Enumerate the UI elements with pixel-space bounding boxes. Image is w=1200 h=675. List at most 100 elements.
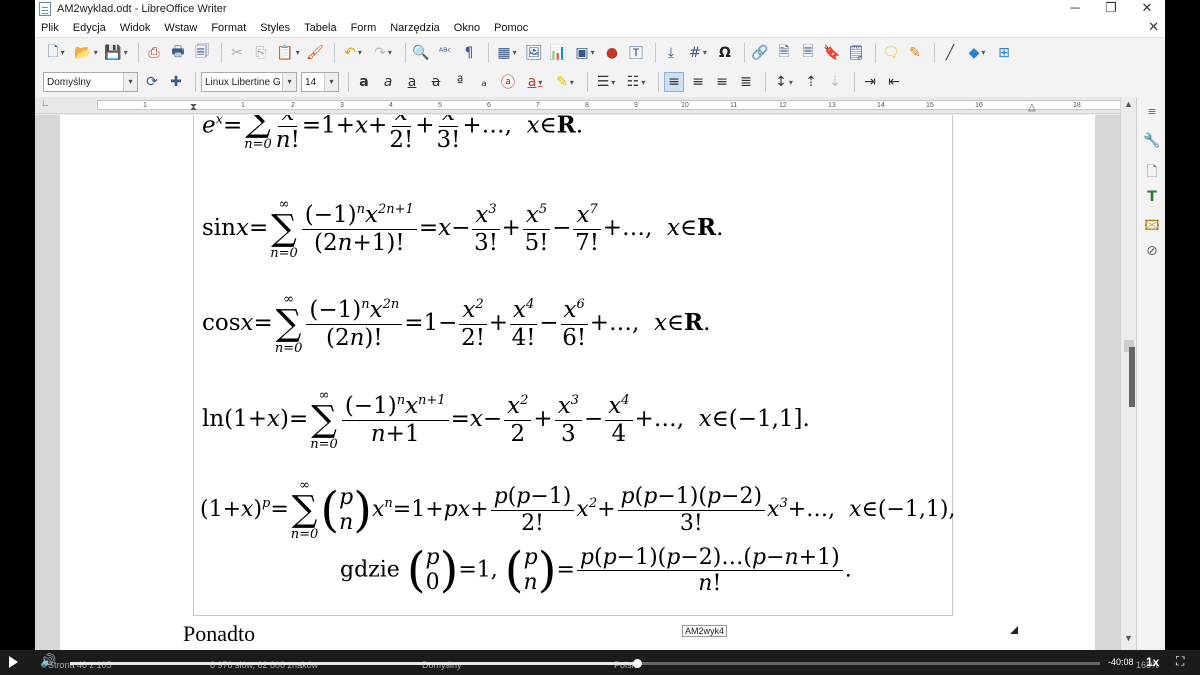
footnote-icon[interactable]: 🗎: [774, 43, 794, 63]
spelling-icon[interactable]: ᴬᴮᶜ: [435, 43, 455, 63]
draw-functions-icon[interactable]: ⊞: [994, 43, 1014, 63]
underline-icon[interactable]: a: [402, 72, 422, 92]
decrease-indent-icon[interactable]: ⇤: [884, 72, 904, 92]
paragraph-style-combo[interactable]: Domyślny ▾: [43, 72, 138, 92]
track-changes-icon[interactable]: ✎: [905, 43, 925, 63]
subscript-icon[interactable]: ₐ: [474, 72, 494, 92]
properties-icon[interactable]: 🔧: [1142, 133, 1162, 153]
new-style-icon[interactable]: ✚: [166, 72, 186, 92]
sidebar-menu-icon[interactable]: ≡: [1142, 105, 1162, 125]
indent-marker[interactable]: ⧗: [190, 102, 197, 113]
fullscreen-icon[interactable]: ⛶: [1176, 654, 1184, 669]
comment-icon[interactable]: 🗨: [881, 43, 901, 63]
cross-reference-icon[interactable]: 🗒: [846, 43, 866, 63]
formula-ln[interactable]: ln(1+x)= ∞ ∑ n=0 (−1)nxn+1 n+1 =x− x2 2 + x3 3− x4 4 +…: [202, 389, 810, 451]
menu-widok[interactable]: Widok: [120, 22, 151, 34]
line-spacing-icon[interactable]: ↕: [771, 72, 797, 92]
print-preview-icon[interactable]: 🗐: [192, 43, 212, 63]
menu-pomoc[interactable]: Pomoc: [494, 22, 528, 34]
clear-formatting-icon[interactable]: ⓐ: [498, 72, 518, 92]
font-color-icon[interactable]: a: [522, 72, 548, 92]
insert-field-icon[interactable]: #: [685, 43, 711, 63]
gallery-icon[interactable]: 🖾: [1142, 215, 1162, 235]
page-break-icon[interactable]: ⤓: [661, 43, 681, 63]
increase-indent-icon[interactable]: ⇥: [860, 72, 880, 92]
menu-narzedzia[interactable]: Narzędzia: [390, 22, 440, 34]
formula-binomial[interactable]: (1+x)p= ∞ ∑ n=0(p n) xn=1+px+ p(p−1) 2! x2+ p(p−1…: [200, 479, 955, 541]
menu-tabela[interactable]: Tabela: [304, 22, 336, 34]
line-icon[interactable]: ╱: [940, 43, 960, 63]
document-page[interactable]: ex=∑n=0xn!=1+x+x2!+x3!+…, x∈R. sinx=∞∑n=…: [60, 115, 1095, 650]
play-icon[interactable]: [9, 656, 18, 668]
formatting-marks-icon[interactable]: ¶: [459, 43, 479, 63]
cut-icon[interactable]: ✂: [227, 43, 247, 63]
redo-icon[interactable]: ↷: [370, 43, 396, 63]
numbered-list-icon[interactable]: ☷: [623, 72, 649, 92]
chevron-down-icon[interactable]: ▾: [324, 73, 338, 91]
formula-cos[interactable]: cosx= ∞ ∑ n=0 (−1)nx2n (2n)! =1− x2 2! + x4 4! − x6 6!…: [202, 293, 710, 355]
align-right-icon[interactable]: ≡: [712, 72, 732, 92]
clone-formatting-icon[interactable]: 🖌: [305, 43, 325, 63]
increase-paragraph-spacing-icon[interactable]: ⇡: [801, 72, 821, 92]
scroll-down-icon[interactable]: ▼: [1124, 633, 1133, 643]
document-canvas[interactable]: ex=∑n=0xn!=1+x+x2!+x3!+…, x∈R. sinx=∞∑n=…: [35, 115, 1120, 650]
highlight-icon[interactable]: ✎: [552, 72, 578, 92]
insert-text-icon[interactable]: 🅃: [626, 43, 646, 63]
bullet-list-icon[interactable]: ☰: [593, 72, 619, 92]
strikethrough-icon[interactable]: a: [426, 72, 446, 92]
hyperlink-icon[interactable]: 🔗: [750, 43, 770, 63]
endnote-icon[interactable]: 🗏: [798, 43, 818, 63]
menu-styles[interactable]: Styles: [260, 22, 290, 34]
bold-icon[interactable]: a: [354, 72, 374, 92]
save-icon[interactable]: 💾: [103, 43, 129, 63]
menu-form[interactable]: Form: [351, 22, 377, 34]
progress-knob[interactable]: [632, 659, 642, 668]
undo-icon[interactable]: ↶: [340, 43, 366, 63]
find-replace-icon[interactable]: 🔍: [411, 43, 431, 63]
paste-icon[interactable]: 📋: [275, 43, 301, 63]
font-name-combo[interactable]: Linux Libertine G ▾: [201, 72, 297, 92]
navigator-icon[interactable]: ⊘: [1142, 243, 1162, 263]
font-size-combo[interactable]: 14 ▾: [301, 72, 339, 92]
horizontal-ruler[interactable]: ∟ 1 ⧗ 1 2 3 4 5 6 7 8 9 10 11 12 13 14 1…: [35, 97, 1130, 114]
chevron-down-icon[interactable]: ▾: [282, 73, 296, 91]
align-center-icon[interactable]: ≡: [688, 72, 708, 92]
page-icon[interactable]: 🗋: [1142, 161, 1162, 181]
formula-gdzie[interactable]: gdzie (p 0) =1, (p n) = p(p−1)(p−2)…(p−n+1) n!…: [340, 545, 852, 596]
italic-icon[interactable]: a: [378, 72, 398, 92]
insert-textbox-icon[interactable]: ▣: [572, 43, 598, 63]
volume-icon[interactable]: 🔊: [40, 654, 56, 669]
right-indent-marker[interactable]: △: [1028, 102, 1036, 113]
decrease-paragraph-spacing-icon[interactable]: ⇣: [825, 72, 845, 92]
styles-icon[interactable]: T: [1142, 189, 1162, 209]
basic-shapes-icon[interactable]: ◆: [964, 43, 990, 63]
omega-icon[interactable]: Ω: [715, 43, 735, 63]
menu-okno[interactable]: Okno: [454, 22, 480, 34]
superscript-icon[interactable]: ª: [450, 72, 470, 92]
playback-speed-button[interactable]: 1x: [1146, 655, 1159, 669]
print-icon[interactable]: 🖶: [168, 43, 188, 63]
copy-icon[interactable]: ⎘: [251, 43, 271, 63]
align-left-icon[interactable]: ≡: [664, 72, 684, 92]
menu-plik[interactable]: Plik: [41, 22, 59, 34]
insert-chart-icon[interactable]: 📊: [548, 43, 568, 63]
insert-image-icon[interactable]: 🖼: [524, 43, 544, 63]
open-folder-icon[interactable]: 📂: [73, 43, 99, 63]
insert-table-icon[interactable]: ▦: [494, 43, 520, 63]
menu-wstaw[interactable]: Wstaw: [164, 22, 197, 34]
justify-icon[interactable]: ≣: [736, 72, 756, 92]
bookmark-icon[interactable]: 🔖: [822, 43, 842, 63]
formula-sin[interactable]: sinx= ∞ ∑ n=0 (−1)nx2n+1 (2n+1)! =x− x3 3! + x5 5! −…: [202, 198, 723, 260]
menu-format[interactable]: Format: [211, 22, 246, 34]
insert-special-char-icon[interactable]: ●: [602, 43, 622, 63]
menu-edycja[interactable]: Edycja: [73, 22, 106, 34]
new-document-icon[interactable]: 🗋: [43, 43, 69, 63]
export-pdf-icon[interactable]: ⎙: [144, 43, 164, 63]
close-button[interactable]: ✕: [1129, 0, 1165, 18]
sidebar-collapse-handle[interactable]: [1129, 347, 1135, 407]
chevron-down-icon[interactable]: ▾: [123, 73, 137, 91]
scroll-up-icon[interactable]: ▲: [1124, 99, 1133, 109]
close-document-button[interactable]: ✕: [1148, 19, 1159, 35]
formula-exp[interactable]: ex=∑n=0xn!=1+x+x2!+x3!+…, x∈R.: [202, 115, 583, 152]
update-style-icon[interactable]: ⟳: [142, 72, 162, 92]
